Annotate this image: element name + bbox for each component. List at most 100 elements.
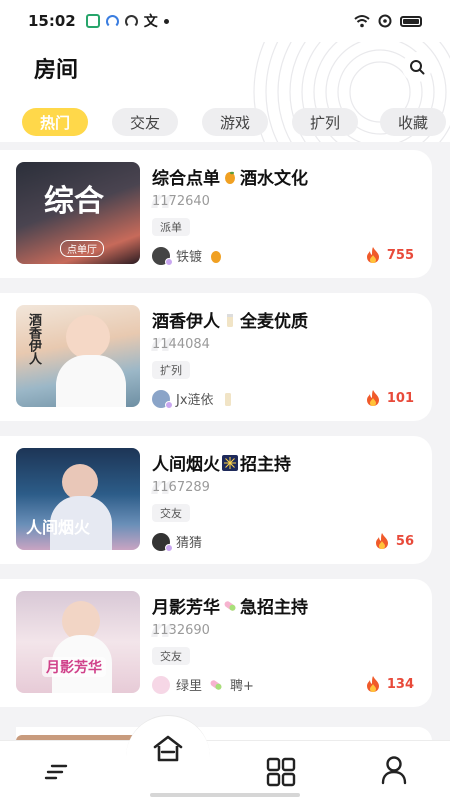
host-avatar: [152, 246, 173, 266]
cover-figure-body: [56, 355, 126, 407]
user-icon: [381, 756, 407, 785]
room-name-suffix: 招主持: [240, 455, 291, 475]
room-tag: 交友: [152, 647, 190, 665]
pill-emoji-icon: [224, 600, 236, 611]
host-avatar: [152, 389, 173, 409]
dnd-icon: [378, 14, 392, 28]
nav-grid[interactable]: [262, 755, 300, 789]
search-button[interactable]: [402, 52, 432, 82]
menu-icon: [44, 764, 68, 780]
bottom-nav: [0, 715, 450, 800]
status-notification-icons: 文: [85, 11, 169, 31]
wifi-icon: [354, 15, 370, 28]
room-card[interactable]: “ 月影芳华 月影芳华 急招主持 1132690 交友 绿里 聘+ 134: [0, 579, 432, 707]
room-card[interactable]: “ 人间烟火 人间烟火 招主持 1167289 交友 猜猜 56: [0, 436, 432, 564]
heat-value: 134: [386, 676, 414, 692]
room-host: Jx涟依: [152, 389, 236, 409]
room-name-text: 人间烟火: [152, 455, 220, 475]
room-heat: 755: [365, 246, 414, 264]
room-id: 1167289: [152, 480, 210, 495]
shield-app-icon: [85, 14, 100, 28]
room-name-suffix: 全麦优质: [240, 312, 308, 332]
home-icon: [153, 735, 183, 762]
room-card[interactable]: “ 综合 点单厅 综合点单 酒水文化 1172640 派单 铁镀 755: [0, 150, 432, 278]
room-cover: 人间烟火: [16, 448, 140, 550]
nav-menu[interactable]: [40, 757, 74, 787]
status-bar: 15:02 文: [0, 0, 450, 42]
nav-home[interactable]: [148, 729, 188, 769]
cover-title: 人间烟火: [26, 518, 91, 537]
status-time: 15:02: [28, 12, 76, 30]
firework-emoji-icon: [222, 454, 238, 471]
cover-subtitle: 点单厅: [60, 240, 104, 257]
fire-icon: [366, 247, 379, 263]
room-tag: 交友: [152, 504, 190, 522]
room-tag: 派单: [152, 218, 190, 236]
cover-title: 综合: [44, 184, 104, 219]
tab-favorites[interactable]: 收藏: [380, 108, 446, 136]
gesture-bar[interactable]: [150, 793, 300, 797]
host-name: 铁镀: [176, 250, 203, 265]
fire-icon: [375, 533, 388, 549]
cover-figure: [66, 315, 110, 359]
room-name-suffix: 酒水文化: [240, 169, 308, 189]
cover-figure: [62, 464, 98, 500]
room-name: 月影芳华 急招主持: [152, 593, 308, 618]
room-name: 酒香伊人 全麦优质: [152, 307, 308, 332]
room-cover: 酒香伊人: [16, 305, 140, 407]
room-heat: 101: [365, 389, 414, 407]
host-avatar: [152, 532, 173, 552]
room-name-text: 酒香伊人: [152, 312, 220, 332]
heat-value: 755: [386, 247, 414, 263]
room-name-suffix: 急招主持: [240, 598, 308, 618]
search-icon: [410, 60, 425, 75]
app-ring-dark-icon: [124, 14, 138, 28]
room-name: 人间烟火 招主持: [152, 450, 291, 475]
room-host: 猜猜: [152, 532, 203, 552]
tab-expand[interactable]: 扩列: [292, 108, 358, 136]
room-cover: 综合 点单厅: [16, 162, 140, 264]
room-heat: 134: [365, 675, 414, 693]
heat-value: 101: [386, 390, 414, 406]
room-id: 1172640: [152, 194, 210, 209]
room-card[interactable]: “ 酒香伊人 酒香伊人 全麦优质 1144084 扩列 Jx涟依 101: [0, 293, 432, 421]
app-ring-icon: [105, 14, 119, 28]
more-dot-icon: [163, 18, 169, 24]
page-title: 房间: [34, 52, 80, 84]
host-name: 绿里: [176, 679, 203, 694]
grid-icon: [266, 757, 296, 787]
battery-icon: [400, 15, 422, 27]
room-cover: 月影芳华: [16, 591, 140, 693]
room-name-text: 月影芳华: [152, 598, 220, 618]
nav-profile[interactable]: [376, 753, 412, 787]
ime-icon: 文: [143, 14, 158, 30]
page-title-text: 房间: [34, 58, 79, 83]
cover-title: 月影芳华: [42, 657, 106, 677]
room-tag: 扩列: [152, 361, 190, 379]
pill-emoji-icon: [210, 679, 222, 690]
room-host: 铁镀: [152, 246, 224, 266]
beer-emoji-icon: [227, 313, 233, 327]
room-host: 绿里 聘+: [152, 675, 254, 694]
mango-emoji-icon: [225, 171, 235, 184]
room-card-partial[interactable]: [16, 727, 432, 743]
fire-icon: [366, 390, 379, 406]
host-avatar: [152, 675, 170, 694]
heat-value: 56: [395, 533, 414, 549]
fire-icon: [366, 676, 379, 692]
tab-games[interactable]: 游戏: [202, 108, 268, 136]
room-id: 1132690: [152, 623, 210, 638]
host-name: Jx涟依: [176, 393, 214, 408]
beer-emoji-icon: [224, 392, 231, 406]
tab-hot[interactable]: 热门: [22, 108, 88, 136]
header: 房间 热门 交友 游戏 扩列 收藏: [0, 42, 450, 142]
cover-title: 酒香伊人: [26, 313, 41, 365]
room-name-text: 综合点单: [152, 169, 220, 189]
category-tabs: 热门 交友 游戏 扩列 收藏: [0, 108, 450, 136]
host-name: 猜猜: [176, 536, 203, 551]
tab-friends[interactable]: 交友: [112, 108, 178, 136]
mango-emoji-icon: [211, 250, 222, 263]
room-heat: 56: [374, 532, 414, 550]
host-name-suffix: 聘+: [230, 679, 254, 694]
room-name: 综合点单 酒水文化: [152, 164, 308, 189]
